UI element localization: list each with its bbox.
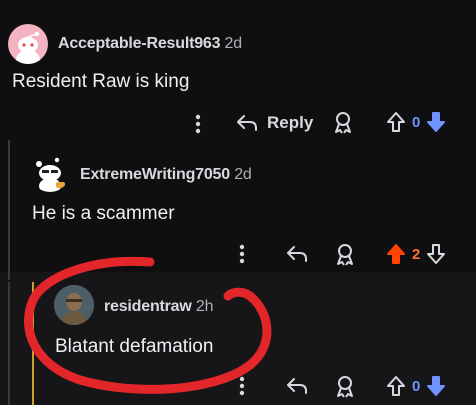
more-icon — [239, 244, 245, 264]
award-icon — [337, 244, 353, 266]
upvote-icon[interactable] — [386, 111, 406, 133]
comment-author[interactable]: residentraw 2h — [104, 298, 213, 316]
reply-icon — [237, 115, 257, 131]
thread-line-highlight — [32, 282, 34, 405]
reply-label: Reply — [267, 113, 314, 132]
vote-controls: 2 — [386, 243, 446, 265]
comment-body: Resident Raw is king — [12, 71, 190, 92]
username[interactable]: residentraw — [104, 298, 192, 315]
more-icon — [195, 114, 201, 134]
username[interactable]: ExtremeWriting7050 — [80, 166, 230, 183]
vote-score: 0 — [412, 377, 421, 395]
downvote-icon[interactable] — [426, 111, 446, 133]
downvote-icon[interactable] — [426, 243, 446, 265]
comment-body: Blatant defamation — [55, 336, 214, 357]
avatar[interactable] — [30, 152, 70, 192]
vote-score: 2 — [412, 245, 421, 263]
avatar[interactable] — [54, 285, 94, 325]
thread-line — [8, 282, 10, 405]
reply-button[interactable]: Reply — [236, 113, 313, 133]
upvote-icon[interactable] — [386, 375, 406, 397]
thread-line — [8, 140, 10, 280]
upvote-icon[interactable] — [386, 243, 406, 265]
more-options-button[interactable] — [232, 374, 252, 398]
comment-body: He is a scammer — [32, 203, 175, 224]
comment-age: 2d — [234, 166, 252, 183]
reply-icon — [287, 246, 307, 262]
vote-score: 0 — [412, 113, 421, 131]
more-options-button[interactable] — [188, 112, 208, 136]
award-button[interactable] — [334, 243, 356, 267]
more-icon — [239, 376, 245, 396]
profile-photo-icon — [54, 285, 94, 325]
comment-author[interactable]: ExtremeWriting7050 2d — [80, 166, 252, 184]
vote-controls: 0 — [386, 375, 446, 397]
avatar[interactable] — [8, 24, 48, 64]
comment-author[interactable]: Acceptable-Result963 2d — [58, 35, 242, 53]
award-button[interactable] — [334, 375, 356, 399]
vote-controls: 0 — [386, 111, 446, 133]
comment-age: 2h — [195, 298, 214, 315]
snoo-avatar-icon — [36, 157, 65, 192]
snoo-avatar-icon — [16, 31, 40, 64]
reply-icon — [287, 378, 307, 394]
award-button[interactable] — [332, 111, 354, 135]
more-options-button[interactable] — [232, 242, 252, 266]
reply-button[interactable] — [286, 377, 308, 395]
award-icon — [337, 376, 353, 398]
reply-button[interactable] — [286, 245, 308, 263]
comment-age: 2d — [224, 35, 243, 52]
downvote-icon[interactable] — [426, 375, 446, 397]
username[interactable]: Acceptable-Result963 — [58, 35, 220, 52]
award-icon — [335, 112, 351, 134]
